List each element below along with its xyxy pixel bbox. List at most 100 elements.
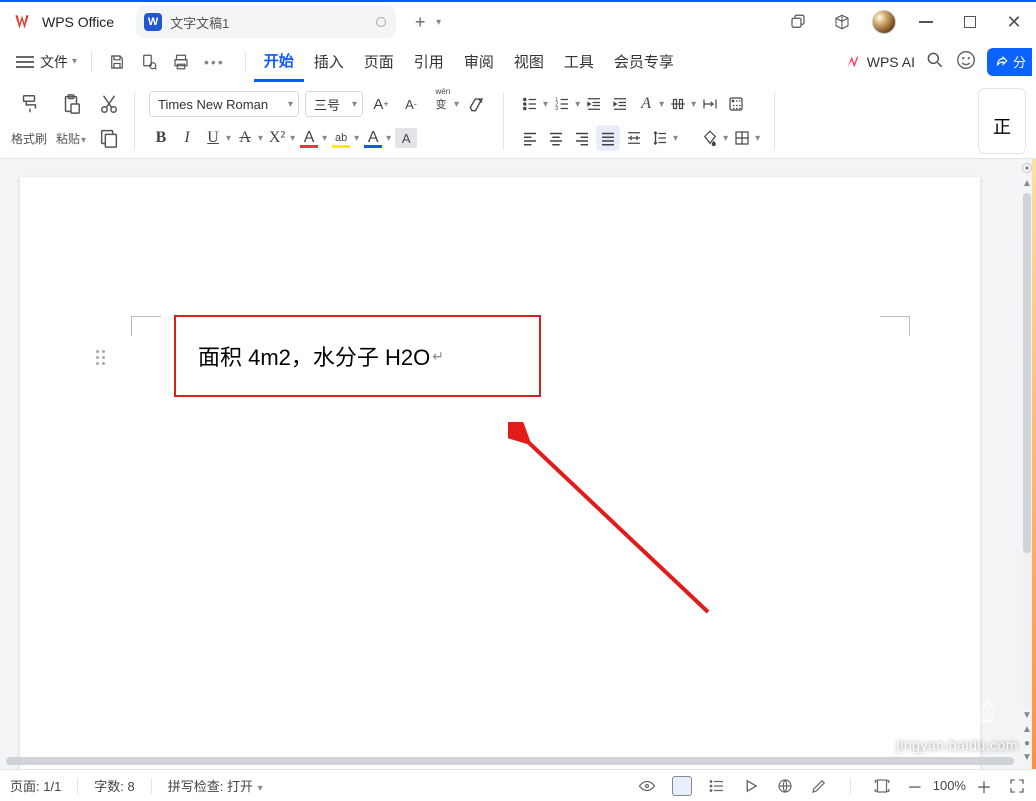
highlight-button[interactable]: ab▾ [329, 125, 359, 151]
web-layout-icon[interactable] [776, 777, 794, 795]
browse-object-icon[interactable]: ● [1024, 739, 1030, 749]
font-family-select[interactable]: ▾ [149, 91, 299, 117]
multi-window-icon[interactable] [784, 8, 812, 36]
zoom-out-icon[interactable]: － [907, 774, 923, 798]
line-spacing-button[interactable]: ▾ [648, 125, 678, 151]
save-icon[interactable] [108, 53, 126, 71]
border-button[interactable]: ▾ [730, 125, 760, 151]
window-minimize-button[interactable] [912, 8, 940, 36]
zoom-control[interactable]: － 100% ＋ [907, 774, 992, 798]
document-page[interactable]: 面积 4m2，水分子 H2O↵ [20, 177, 980, 769]
wps-logo-icon [12, 12, 32, 32]
user-avatar[interactable] [872, 10, 896, 34]
document-text[interactable]: 面积 4m2，水分子 H2O [198, 340, 430, 372]
app-name: WPS Office [42, 14, 114, 30]
tab-insert[interactable]: 插入 [304, 42, 354, 82]
tab-tools[interactable]: 工具 [554, 42, 604, 82]
margin-corner-tr [880, 316, 910, 336]
shading-button[interactable]: ▾ [698, 125, 728, 151]
print-icon[interactable] [172, 53, 190, 71]
distribute-icon[interactable] [622, 125, 646, 151]
cube-icon[interactable] [828, 8, 856, 36]
window-maximize-button[interactable] [956, 8, 984, 36]
window-close-button[interactable]: ✕ [1000, 8, 1028, 36]
feedback-icon[interactable] [955, 49, 977, 74]
more-icon[interactable]: ••• [204, 54, 225, 70]
tab-page[interactable]: 页面 [354, 42, 404, 82]
horizontal-scrollbar[interactable] [6, 755, 1014, 767]
new-tab-dropdown[interactable]: ▾ [436, 17, 441, 28]
align-center-icon[interactable] [544, 125, 568, 151]
scroll-collapse-icon[interactable]: ⦿ [1022, 165, 1032, 175]
number-list-button[interactable]: 123▾ [550, 91, 580, 117]
right-side-panel-strip[interactable] [1032, 159, 1036, 769]
page-view-icon[interactable] [672, 776, 692, 796]
fit-page-icon[interactable] [873, 777, 891, 795]
copy-icon[interactable] [98, 127, 120, 149]
char-shading-button[interactable]: A [393, 125, 419, 151]
increase-indent-icon[interactable] [608, 91, 632, 117]
format-painter-label[interactable]: 格式刷 [10, 130, 48, 147]
search-icon[interactable] [925, 50, 945, 73]
decrease-indent-icon[interactable] [582, 91, 606, 117]
paste-label[interactable]: 粘贴▾ [52, 130, 90, 147]
page-indicator[interactable]: 页面: 1/1 [10, 776, 61, 795]
file-menu[interactable]: 文件 ▾ [40, 52, 77, 72]
pen-icon[interactable] [810, 777, 828, 795]
align-left-icon[interactable] [518, 125, 542, 151]
document-tab[interactable]: W 文字文稿1 [136, 6, 396, 38]
tab-reference[interactable]: 引用 [404, 42, 454, 82]
word-count[interactable]: 字数: 8 [94, 776, 134, 795]
strikethrough-button[interactable]: A▾ [233, 125, 263, 151]
increase-font-icon[interactable]: A+ [369, 91, 393, 117]
share-button[interactable]: 分 [987, 48, 1032, 76]
scroll-up-icon[interactable]: ▲ [1022, 179, 1032, 189]
tab-close-icon[interactable] [376, 17, 386, 27]
tab-stop-icon[interactable] [698, 91, 722, 117]
format-painter-icon[interactable] [18, 93, 40, 115]
align-right-icon[interactable] [570, 125, 594, 151]
decrease-font-icon[interactable]: A- [399, 91, 423, 117]
read-mode-icon[interactable] [638, 777, 656, 795]
next-page-icon[interactable]: ▼ [1022, 753, 1032, 763]
fullscreen-icon[interactable] [1008, 777, 1026, 795]
wps-ai-button[interactable]: WPS AI [845, 54, 915, 70]
superscript-button[interactable]: X²▾ [265, 125, 295, 151]
paste-icon[interactable] [60, 93, 82, 115]
new-tab-button[interactable]: + [410, 12, 430, 33]
cut-icon[interactable] [98, 93, 120, 115]
scroll-down-icon[interactable]: ▼ [1022, 711, 1032, 721]
hamburger-icon[interactable] [16, 56, 34, 68]
font-color2-button[interactable]: A▾ [361, 125, 391, 151]
menu-bar: 文件 ▾ ••• 开始 插入 页面 引用 审阅 视图 工具 会员专享 WPS A… [0, 42, 1036, 82]
zoom-in-icon[interactable]: ＋ [976, 774, 992, 798]
show-marks-icon[interactable] [724, 91, 748, 117]
zoom-level[interactable]: 100% [933, 778, 966, 793]
tab-review[interactable]: 审阅 [454, 42, 504, 82]
chevron-down-icon: ▾ [72, 56, 77, 67]
text-effects-button[interactable]: A▾ [634, 91, 664, 117]
char-spacing-button[interactable]: ▾ [666, 91, 696, 117]
bold-button[interactable]: B [149, 125, 173, 151]
spellcheck-status[interactable]: 拼写检查: 打开 ▾ [168, 776, 263, 795]
styles-pane-button[interactable]: 正 [978, 88, 1026, 154]
document-area: 面积 4m2，水分子 H2O↵ ⦿ ▲ ▼ ▲ ● ▼ Baidu 经验 jin… [0, 159, 1036, 769]
play-icon[interactable] [742, 777, 760, 795]
drag-handle-icon[interactable] [96, 350, 112, 366]
align-justify-icon[interactable] [596, 125, 620, 151]
phonetic-guide-icon[interactable]: wén变▾ [429, 91, 459, 117]
prev-page-icon[interactable]: ▲ [1022, 725, 1032, 735]
paragraph-mark-icon: ↵ [432, 348, 444, 365]
tab-view[interactable]: 视图 [504, 42, 554, 82]
bullet-list-button[interactable]: ▾ [518, 91, 548, 117]
tab-start[interactable]: 开始 [254, 42, 304, 82]
font-size-select[interactable]: ▾ [305, 91, 363, 117]
annotation-arrow-icon [508, 422, 728, 632]
tab-member[interactable]: 会员专享 [604, 42, 684, 82]
font-color-button[interactable]: A▾ [297, 125, 327, 151]
underline-button[interactable]: U▾ [201, 125, 231, 151]
print-preview-icon[interactable] [140, 53, 158, 71]
outline-view-icon[interactable] [708, 777, 726, 795]
clear-format-icon[interactable] [465, 91, 489, 117]
italic-button[interactable]: I [175, 125, 199, 151]
